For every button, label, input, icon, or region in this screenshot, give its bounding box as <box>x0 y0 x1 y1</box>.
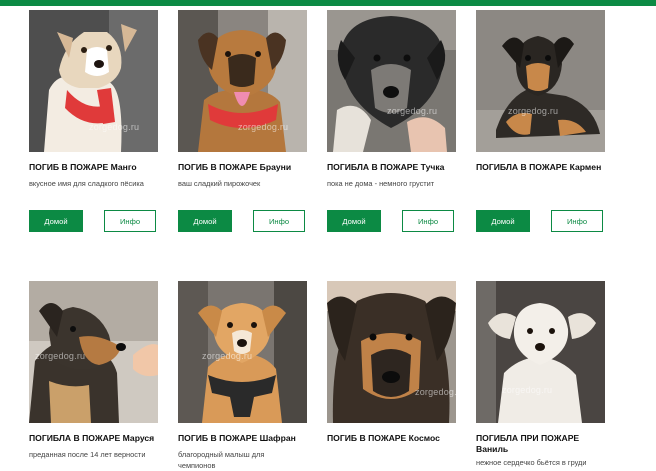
home-button[interactable]: Домой <box>178 210 232 232</box>
photo-watermark: zorgedog.ru <box>89 122 140 132</box>
dog-description: благородный малыш для чемпионов <box>178 450 265 470</box>
dog-title: ПОГИБЛА В ПОЖАРЕ Кармен <box>476 162 602 172</box>
dog-photo-tuchka[interactable]: zorgedog.ru <box>327 10 456 152</box>
dog-card-shafran: zorgedog.ru ПОГИБ В ПОЖАРЕ Шафран благор… <box>178 281 308 470</box>
dog-card-tuchka: zorgedog.ru ПОГИБЛА В ПОЖАРЕ Тучка пока … <box>327 10 457 235</box>
dog-photo-mango[interactable]: zorgedog.ru <box>29 10 158 152</box>
dog-description: нежное сердечко бьётся в груди <box>476 458 587 467</box>
photo-watermark: zorgedog.ru <box>35 351 86 361</box>
dog-title: ПОГИБ В ПОЖАРЕ Брауни <box>178 162 292 172</box>
dog-title: ПОГИБ В ПОЖАРЕ Космос <box>327 433 440 443</box>
home-button[interactable]: Домой <box>476 210 530 232</box>
dog-title: ПОГИБЛА ПРИ ПОЖАРЕ Ваниль <box>476 433 580 454</box>
dog-card-kosmos: zorgedog.ru ПОГИБ В ПОЖАРЕ Космос <box>327 281 457 466</box>
info-button[interactable]: Инфо <box>253 210 305 232</box>
dog-card-vanil: zorgedog.ru ПОГИБЛА ПРИ ПОЖАРЕ Ваниль не… <box>476 281 606 467</box>
dog-title: ПОГИБЛА В ПОЖАРЕ Тучка <box>327 162 445 172</box>
photo-watermark: zorgedog.ru <box>387 106 438 116</box>
dog-title: ПОГИБ В ПОЖАРЕ Шафран <box>178 433 296 443</box>
dog-card-brauni: zorgedog.ru ПОГИБ В ПОЖАРЕ Брауни ваш сл… <box>178 10 308 235</box>
dog-photo-karmen[interactable]: zorgedog.ru <box>476 10 605 152</box>
info-button[interactable]: Инфо <box>104 210 156 232</box>
dog-description: преданная после 14 лет верности <box>29 450 146 459</box>
dog-description: пока не дома - немного грустит <box>327 179 435 188</box>
photo-watermark: zorgedog.ru <box>508 106 559 116</box>
top-accent-bar <box>0 0 656 6</box>
photo-watermark: zorgedog.ru <box>415 387 456 397</box>
info-button[interactable]: Инфо <box>551 210 603 232</box>
dog-photo-shafran[interactable]: zorgedog.ru <box>178 281 307 423</box>
photo-watermark: zorgedog.ru <box>238 122 289 132</box>
dog-description: вкусное имя для сладкого пёсика <box>29 179 144 188</box>
home-button[interactable]: Домой <box>29 210 83 232</box>
dog-photo-vanil[interactable]: zorgedog.ru <box>476 281 605 423</box>
dog-card-marusya: zorgedog.ru ПОГИБЛА В ПОЖАРЕ Маруся пред… <box>29 281 159 466</box>
photo-watermark: zorgedog.ru <box>202 351 253 361</box>
dog-photo-brauni[interactable]: zorgedog.ru <box>178 10 307 152</box>
dog-card-karmen: zorgedog.ru ПОГИБЛА В ПОЖАРЕ Кармен Домо… <box>476 10 606 235</box>
dog-photo-marusya[interactable]: zorgedog.ru <box>29 281 158 423</box>
dog-description: ваш сладкий пирожочек <box>178 179 261 188</box>
info-button[interactable]: Инфо <box>402 210 454 232</box>
dog-card-mango: zorgedog.ru ПОГИБ В ПОЖАРЕ Манго вкусное… <box>29 10 159 235</box>
dog-title: ПОГИБЛА В ПОЖАРЕ Маруся <box>29 433 155 443</box>
photo-watermark: zorgedog.ru <box>502 385 553 395</box>
dog-photo-kosmos[interactable]: zorgedog.ru <box>327 281 456 423</box>
home-button[interactable]: Домой <box>327 210 381 232</box>
dog-title: ПОГИБ В ПОЖАРЕ Манго <box>29 162 137 172</box>
